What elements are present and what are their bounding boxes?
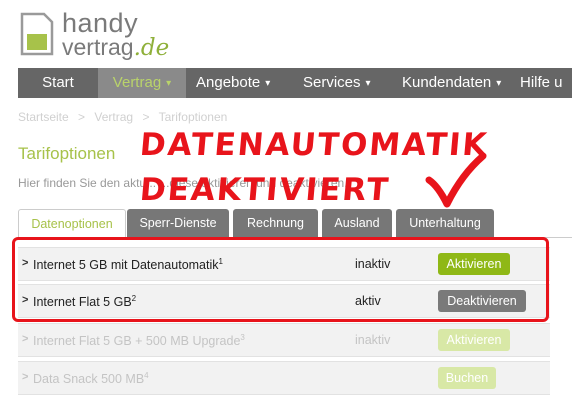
option-name[interactable]: Data Snack 500 MB4 — [33, 371, 149, 386]
tab-sperr-dienste[interactable]: Sperr-Dienste — [127, 209, 229, 237]
breadcrumb-separator: > — [78, 110, 86, 124]
logo-tld: .de — [133, 35, 170, 61]
footnote-marker: 3 — [240, 333, 245, 342]
option-row: > Internet Flat 5 GB + 500 MB Upgrade3 i… — [18, 323, 550, 357]
nav-item-services[interactable]: Services ▾ — [303, 68, 371, 98]
chevron-down-icon: ▾ — [365, 78, 371, 89]
sim-card-icon — [20, 12, 54, 56]
tab-rechnung[interactable]: Rechnung — [233, 209, 318, 237]
nav-item-angebote[interactable]: Angebote ▾ — [196, 68, 270, 98]
breadcrumb-item: Tarifoptionen — [158, 110, 228, 124]
tab-datenoptionen[interactable]: Datenoptionen — [18, 209, 126, 239]
option-row: > Data Snack 500 MB4 Buchen — [18, 361, 550, 395]
annotation-highlight-box — [12, 237, 549, 322]
breadcrumb-item[interactable]: Vertrag — [94, 110, 133, 124]
nav-item-vertrag[interactable]: Vertrag ▾ — [98, 68, 186, 98]
logo-text-main: vertrag — [62, 34, 134, 60]
annotation-text-line2: DEAKTIVIERT — [138, 172, 392, 208]
book-button[interactable]: Buchen — [438, 367, 496, 389]
breadcrumb-separator: > — [142, 110, 150, 124]
tab-ausland[interactable]: Ausland — [322, 209, 392, 237]
logo-text-vertrag: vertrag.de — [62, 34, 169, 61]
nav-item-start[interactable]: Start — [18, 68, 98, 98]
activate-button[interactable]: Aktivieren — [438, 329, 510, 351]
chevron-right-icon[interactable]: > — [22, 333, 28, 345]
page-title: Tarifoptionen — [18, 144, 116, 163]
nav-item-kundendaten[interactable]: Kundendaten ▾ — [402, 68, 501, 98]
chevron-down-icon: ▾ — [265, 78, 271, 89]
option-status: inaktiv — [355, 333, 391, 347]
chevron-down-icon: ▾ — [166, 78, 172, 89]
nav-item-hilfe[interactable]: Hilfe u — [520, 68, 563, 98]
option-name[interactable]: Internet Flat 5 GB + 500 MB Upgrade3 — [33, 333, 245, 348]
checkmark-icon — [425, 152, 487, 208]
breadcrumb-item[interactable]: Startseite — [18, 110, 69, 124]
tab-unterhaltung[interactable]: Unterhaltung — [396, 209, 494, 237]
nav-item-label: Angebote — [196, 74, 261, 91]
breadcrumb: Startseite > Vertrag > Tarifoptionen — [18, 110, 227, 124]
chevron-right-icon[interactable]: > — [22, 371, 28, 383]
nav-item-label: Services — [303, 74, 361, 91]
chevron-down-icon: ▾ — [496, 78, 502, 89]
nav-item-label: Hilfe u — [520, 74, 563, 91]
brand-logo[interactable]: handy vertrag.de — [20, 8, 220, 62]
nav-item-label: Kundendaten — [402, 74, 492, 91]
footnote-marker: 4 — [144, 371, 149, 380]
nav-item-label: Start — [42, 74, 74, 91]
nav-item-label: Vertrag — [112, 74, 162, 91]
main-navigation: Start Vertrag ▾ Angebote ▾ Services ▾ Kunde… — [18, 68, 572, 98]
